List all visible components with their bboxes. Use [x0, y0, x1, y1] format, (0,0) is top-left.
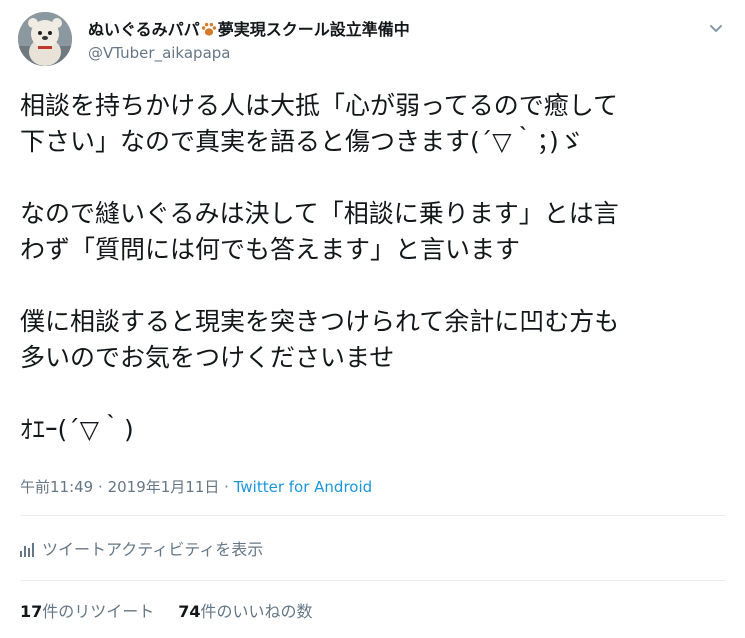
retweets-label: 件のリツイート	[42, 602, 155, 621]
tweet-stats: 17件のリツイート 74件のいいねの数	[20, 598, 337, 622]
tweet-line: わず「質問には何でも答えます」と言います	[20, 235, 521, 264]
retweets-stat[interactable]: 17件のリツイート	[20, 602, 154, 621]
activity-label: ツイートアクティビティを表示	[42, 540, 264, 559]
display-name-suffix: 夢実現スクール設立準備中	[217, 20, 410, 39]
tweet-line: 多いのでお気をつけくださいませ	[20, 343, 395, 372]
paw-print-icon	[201, 22, 217, 41]
plush-avatar-image	[18, 12, 72, 66]
chevron-down-icon[interactable]	[708, 20, 724, 36]
tweet-line: ｵｴｰ(´▽｀)	[20, 415, 134, 444]
tweet-source-link[interactable]: Twitter for Android	[234, 478, 372, 496]
likes-count: 74	[178, 602, 201, 621]
tweet-time[interactable]: 午前11:49	[20, 478, 93, 496]
meta-separator: ·	[224, 478, 229, 496]
bar-chart-icon	[20, 543, 34, 557]
tweet-line: 相談を持ちかける人は大抵「心が弱ってるので癒して	[20, 91, 619, 120]
tweet-line: 下さい」なので真実を語ると傷つきます(´▽｀；)ゞ	[20, 127, 584, 156]
display-name-text: ぬいぐるみパパ	[88, 20, 200, 39]
tweet-text: 相談を持ちかける人は大抵「心が弱ってるので癒して 下さい」なので真実を語ると傷つ…	[20, 88, 720, 448]
divider	[20, 580, 725, 581]
likes-stat[interactable]: 74件のいいねの数	[178, 602, 312, 621]
tweet-metadata: 午前11:49 · 2019年1月11日 · Twitter for Andro…	[20, 476, 372, 497]
meta-separator: ·	[98, 478, 103, 496]
display-name[interactable]: ぬいぐるみパパ 夢実現スクール設立準備中	[88, 16, 410, 41]
divider	[20, 515, 725, 516]
tweet-line: なので縫いぐるみは決して「相談に乗ります」とは言	[20, 199, 619, 228]
tweet-activity-link[interactable]: ツイートアクティビティを表示	[20, 536, 263, 560]
user-handle[interactable]: @VTuber_aikapapa	[88, 44, 230, 62]
tweet-line: 僕に相談すると現実を突きつけられて余計に凹む方も	[20, 307, 620, 336]
tweet-card: ぬいぐるみパパ 夢実現スクール設立準備中 @VTuber_aikapapa 相談を…	[0, 0, 745, 638]
avatar[interactable]	[18, 12, 72, 66]
retweets-count: 17	[20, 602, 43, 621]
tweet-date[interactable]: 2019年1月11日	[108, 478, 220, 496]
likes-label: 件のいいねの数	[200, 602, 313, 621]
